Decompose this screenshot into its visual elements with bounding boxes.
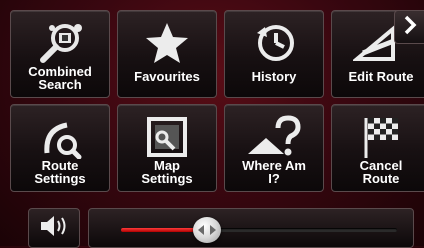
volume-bar xyxy=(0,202,424,248)
combined-search-button[interactable]: Combined Search xyxy=(10,10,110,98)
knob-arrows-icon xyxy=(197,225,216,235)
history-icon xyxy=(225,19,323,67)
history-button[interactable]: History xyxy=(224,10,324,98)
where-am-i-label: Where Am I? xyxy=(242,158,306,186)
combined-search-label: Combined Search xyxy=(28,64,92,92)
route-settings-icon xyxy=(11,113,109,161)
chevron-right-icon xyxy=(403,15,417,40)
route-settings-label: Route Settings xyxy=(34,158,86,186)
combined-search-icon xyxy=(11,19,109,67)
favourites-label: Favourites xyxy=(134,69,200,84)
mute-button[interactable] xyxy=(28,208,80,248)
star-icon xyxy=(118,19,216,67)
favourites-button[interactable]: Favourites xyxy=(117,10,217,98)
map-settings-label: Map Settings xyxy=(141,158,193,186)
volume-slider-container xyxy=(88,208,414,248)
speaker-icon xyxy=(39,214,69,243)
map-settings-icon xyxy=(118,113,216,161)
volume-slider-knob[interactable] xyxy=(192,217,221,243)
where-am-i-icon xyxy=(225,113,323,161)
volume-slider-track[interactable] xyxy=(121,217,397,243)
edit-route-label: Edit Route xyxy=(348,69,414,84)
next-page-button[interactable] xyxy=(394,10,424,44)
checkered-flag-icon xyxy=(332,113,424,161)
route-settings-button[interactable]: Route Settings xyxy=(10,104,110,192)
cancel-route-button[interactable]: Cancel Route xyxy=(331,104,424,192)
map-settings-button[interactable]: Map Settings xyxy=(117,104,217,192)
history-label: History xyxy=(251,69,297,84)
cancel-route-label: Cancel Route xyxy=(359,158,403,186)
where-am-i-button[interactable]: Where Am I? xyxy=(224,104,324,192)
